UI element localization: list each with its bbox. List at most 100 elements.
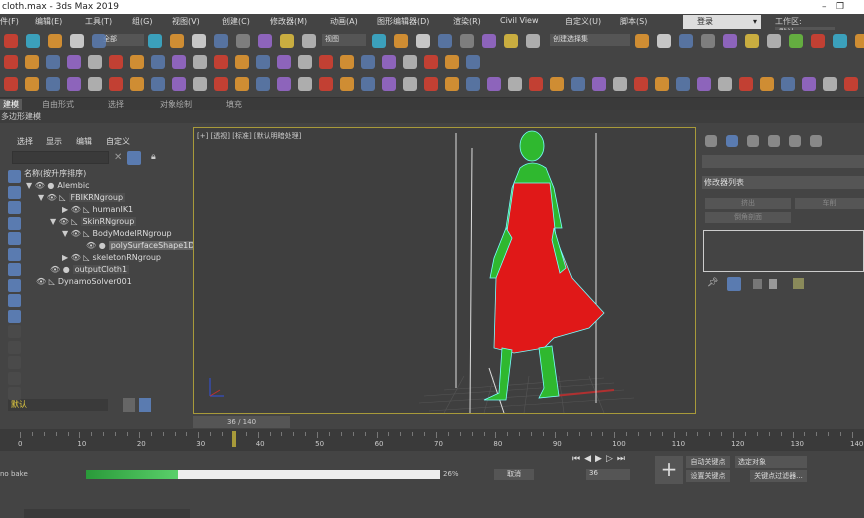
toolbar-icon[interactable] — [277, 77, 291, 91]
modifier-list-dropdown[interactable]: 修改器列表 — [702, 176, 864, 189]
node-toggle-visibility-icon[interactable]: ▼ 👁︎ ◺ — [38, 193, 66, 202]
toolbar-icon[interactable] — [92, 34, 106, 48]
node-name[interactable]: humanIK1 — [93, 205, 134, 214]
toolbar-icon[interactable] — [256, 77, 270, 91]
toolbar-icon[interactable] — [504, 34, 518, 48]
toolbar-icon[interactable] — [445, 77, 459, 91]
modifier-stack[interactable] — [703, 230, 864, 272]
clear-icon[interactable]: ✕ — [114, 152, 122, 163]
ribbon-tab[interactable]: 自由形式 — [42, 99, 74, 110]
node-toggle-visibility-icon[interactable]: ▶ 👁︎ ◺ — [62, 205, 90, 214]
motion-tab-icon[interactable] — [768, 135, 780, 147]
key-filters-button[interactable]: 关键点过滤器... — [750, 470, 807, 482]
display-filter-icon[interactable] — [8, 340, 21, 354]
pin-stack-icon[interactable]: 📌︎ — [707, 278, 718, 288]
toolbar-icon[interactable] — [172, 77, 186, 91]
show-end-result-icon[interactable] — [727, 277, 741, 291]
toolbar-icon[interactable] — [394, 34, 408, 48]
node-name[interactable]: DynamoSolver001 — [58, 277, 132, 286]
node-toggle-visibility-icon[interactable]: 👁︎ ● — [50, 265, 70, 274]
toolbar-icon[interactable] — [466, 55, 480, 69]
set-key-button[interactable]: 设置关键点 — [686, 470, 730, 482]
toolbar-icon[interactable] — [767, 34, 781, 48]
toolbar-icon[interactable] — [403, 77, 417, 91]
toolbar-icon[interactable] — [424, 55, 438, 69]
selection-filter-dropdown[interactable]: 全部 — [100, 34, 144, 46]
toolbar-icon[interactable] — [70, 34, 84, 48]
toolbar-icon[interactable] — [526, 34, 540, 48]
hierarchy-icon[interactable] — [139, 398, 151, 412]
node-name[interactable]: SkinRNgroup — [80, 217, 137, 226]
toolbar-icon[interactable] — [550, 77, 564, 91]
horizontal-scrollbar[interactable] — [24, 509, 190, 518]
tree-node[interactable]: 👁︎ ◺ DynamoSolver001 — [36, 276, 132, 288]
display-filter-icon[interactable] — [8, 387, 21, 400]
tree-node[interactable]: ▶ 👁︎ ◺ skeletonRNgroup — [62, 252, 161, 264]
toolbar-icon[interactable] — [416, 34, 430, 48]
node-toggle-visibility-icon[interactable]: 👁︎ ● — [86, 241, 106, 250]
node-toggle-visibility-icon[interactable]: ▼ 👁︎ ◺ — [50, 217, 78, 226]
toolbar-icon[interactable] — [340, 77, 354, 91]
toolbar-icon[interactable] — [382, 55, 396, 69]
bevel-profile-button[interactable]: 倒角剖面 — [705, 212, 791, 223]
polygon-modeling-label[interactable]: 多边形建模 — [1, 111, 41, 122]
toolbar-icon[interactable] — [635, 34, 649, 48]
menu-item[interactable]: Civil View — [500, 16, 539, 25]
time-slider[interactable]: 36 / 140 — [193, 416, 290, 428]
toolbar-icon[interactable] — [214, 77, 228, 91]
toolbar-icon[interactable] — [823, 77, 837, 91]
hierarchy-tab-icon[interactable] — [747, 135, 759, 147]
toolbar-icon[interactable] — [214, 55, 228, 69]
toolbar-icon[interactable] — [460, 34, 474, 48]
lathe-button[interactable]: 车削 — [795, 198, 864, 209]
auto-key-button[interactable]: 自动关键点 — [686, 456, 730, 468]
toolbar-icon[interactable] — [466, 77, 480, 91]
explorer-tab[interactable]: 编辑 — [76, 136, 92, 147]
toolbar-icon[interactable] — [655, 77, 669, 91]
modify-tab-icon[interactable] — [726, 135, 738, 147]
toolbar-icon[interactable] — [403, 55, 417, 69]
toolbar-icon[interactable] — [88, 55, 102, 69]
toolbar-icon[interactable] — [193, 77, 207, 91]
node-toggle-visibility-icon[interactable]: 👁︎ ◺ — [36, 277, 55, 286]
menu-item[interactable]: 自定义(U) — [565, 16, 601, 27]
filter-icon[interactable] — [127, 151, 141, 165]
toolbar-icon[interactable] — [298, 55, 312, 69]
toolbar-icon[interactable] — [802, 77, 816, 91]
configure-modifier-sets-icon[interactable] — [793, 278, 804, 289]
toolbar-icon[interactable] — [148, 34, 162, 48]
toolbar-icon[interactable] — [613, 77, 627, 91]
toolbar-icon[interactable] — [372, 34, 386, 48]
menu-item[interactable]: 件(F) — [0, 16, 19, 27]
menu-item[interactable]: 修改器(M) — [270, 16, 307, 27]
menu-item[interactable]: 编辑(E) — [35, 16, 62, 27]
toolbar-icon[interactable] — [760, 77, 774, 91]
display-filter-icon[interactable] — [8, 325, 21, 338]
node-name[interactable]: Alembic — [57, 181, 89, 190]
toolbar-icon[interactable] — [151, 55, 165, 69]
toolbar-icon[interactable] — [745, 34, 759, 48]
tree-node[interactable]: ▼ 👁︎ ● Alembic — [26, 180, 89, 192]
toolbar-icon[interactable] — [487, 77, 501, 91]
timeline-playhead[interactable] — [231, 431, 236, 447]
named-selection-dropdown[interactable]: 创建选择集 — [550, 34, 630, 46]
tree-node[interactable]: 👁︎ ● polySurfaceShape1De — [86, 240, 202, 252]
toolbar-icon[interactable] — [679, 34, 693, 48]
toolbar-icon[interactable] — [424, 77, 438, 91]
node-toggle-visibility-icon[interactable]: ▼ 👁︎ ● — [26, 181, 54, 190]
toolbar-icon[interactable] — [718, 77, 732, 91]
toolbar-icon[interactable] — [438, 34, 452, 48]
display-filter-icon[interactable] — [8, 185, 21, 199]
node-name[interactable]: FBIKRNgroup — [68, 193, 126, 202]
tree-node[interactable]: ▼ 👁︎ ◺ SkinRNgroup — [50, 216, 137, 228]
display-filter-icon[interactable] — [8, 371, 21, 385]
node-toggle-visibility-icon[interactable]: ▼ 👁︎ ◺ — [62, 229, 90, 238]
toolbar-icon[interactable] — [172, 55, 186, 69]
toolbar-icon[interactable] — [151, 77, 165, 91]
toolbar-icon[interactable] — [26, 34, 40, 48]
toolbar-icon[interactable] — [214, 34, 228, 48]
lock-icon[interactable]: 🔒︎ — [151, 152, 156, 162]
menu-item[interactable]: 视图(V) — [172, 16, 200, 27]
toolbar-icon[interactable] — [445, 55, 459, 69]
toolbar-icon[interactable] — [298, 77, 312, 91]
